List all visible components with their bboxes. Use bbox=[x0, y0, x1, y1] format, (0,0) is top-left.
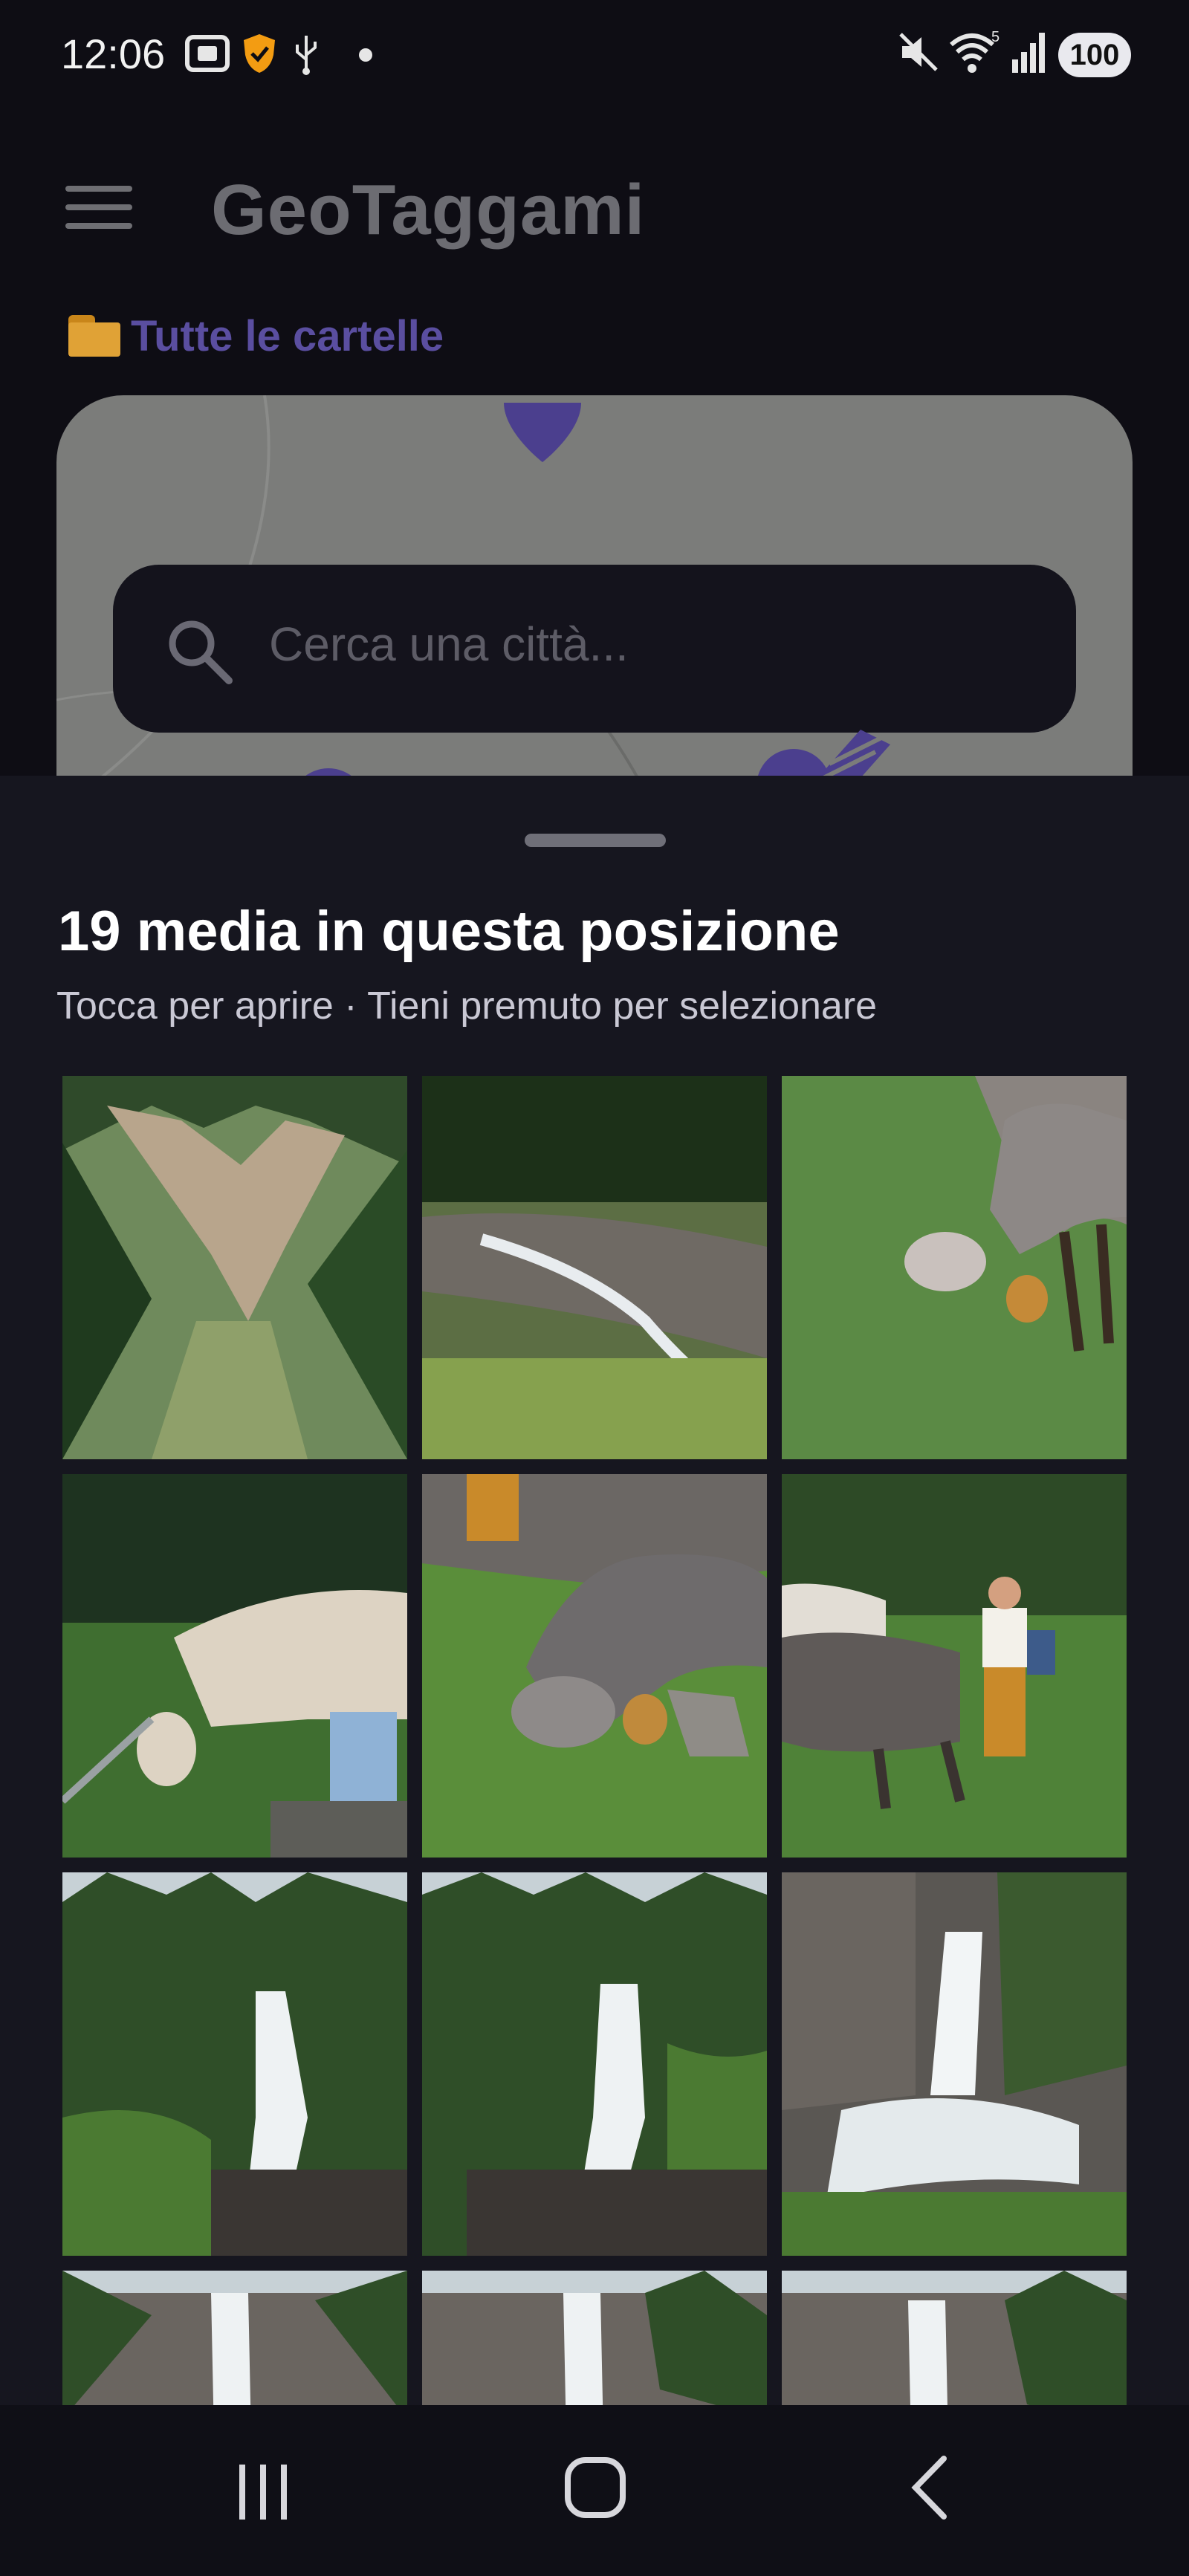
status-bar: 12:06 5 100 bbox=[0, 0, 1189, 111]
mute-icon bbox=[899, 33, 938, 71]
app-header: GeoTaggami Tutte le cartelle Cerca una c… bbox=[0, 111, 1189, 930]
waterfall-image bbox=[62, 2271, 407, 2405]
battery-indicator: 100 bbox=[1058, 33, 1131, 77]
photo-thumbnail[interactable] bbox=[782, 2271, 1127, 2405]
media-bottom-sheet: 19 media in questa posizione Tocca per a… bbox=[0, 776, 1189, 2405]
search-input[interactable]: Cerca una città... bbox=[269, 617, 629, 672]
cows-person-image bbox=[782, 1474, 1127, 1858]
signal-icon bbox=[1012, 33, 1045, 73]
photo-thumbnail[interactable] bbox=[422, 2271, 767, 2405]
system-nav-bar bbox=[0, 2405, 1189, 2576]
menu-icon[interactable] bbox=[65, 186, 132, 245]
waterfall-image bbox=[422, 1872, 767, 2256]
usb-icon bbox=[296, 36, 317, 75]
waterfall-image bbox=[422, 2271, 767, 2405]
photo-thumbnail[interactable] bbox=[782, 1872, 1127, 2256]
shield-check-icon bbox=[244, 34, 275, 73]
sheet-title: 19 media in questa posizione bbox=[58, 900, 840, 963]
waterfall-image bbox=[782, 2271, 1127, 2405]
photo-thumbnail[interactable] bbox=[62, 1474, 407, 1858]
search-bar[interactable]: Cerca una città... bbox=[113, 565, 1076, 733]
folder-link-label: Tutte le cartelle bbox=[131, 311, 444, 360]
photo-thumbnail[interactable] bbox=[782, 1474, 1127, 1858]
screenshot-icon bbox=[185, 35, 230, 72]
svg-text:5: 5 bbox=[991, 30, 1000, 45]
dot-icon bbox=[359, 48, 372, 62]
cow-image bbox=[422, 1474, 767, 1858]
valley-image bbox=[62, 1076, 407, 1459]
cow-image bbox=[782, 1076, 1127, 1459]
folder-selector[interactable]: Tutte le cartelle bbox=[68, 306, 444, 366]
app-title: GeoTaggami bbox=[211, 170, 646, 250]
photo-thumbnail[interactable] bbox=[62, 1872, 407, 2256]
photo-thumbnail[interactable] bbox=[422, 1076, 767, 1459]
drag-handle[interactable] bbox=[525, 834, 666, 847]
sheet-subtitle: Tocca per aprire · Tieni premuto per sel… bbox=[56, 984, 878, 1028]
waterfall-image bbox=[782, 1872, 1127, 2256]
cow-image bbox=[62, 1474, 407, 1858]
photo-thumbnail[interactable] bbox=[782, 1076, 1127, 1459]
back-icon[interactable] bbox=[908, 2454, 950, 2521]
photo-thumbnail[interactable] bbox=[422, 1474, 767, 1858]
photo-thumbnail[interactable] bbox=[62, 1076, 407, 1459]
wifi-icon: 5 bbox=[950, 30, 1000, 73]
folder-icon bbox=[68, 315, 120, 357]
waterfall-image bbox=[62, 1872, 407, 2256]
search-icon bbox=[169, 620, 233, 684]
recents-icon[interactable] bbox=[236, 2462, 290, 2523]
photo-thumbnail[interactable] bbox=[62, 2271, 407, 2405]
map-pin[interactable] bbox=[499, 403, 586, 462]
photo-thumbnail[interactable] bbox=[422, 1872, 767, 2256]
home-icon[interactable] bbox=[565, 2457, 626, 2518]
status-time: 12:06 bbox=[61, 30, 166, 77]
stream-image bbox=[422, 1076, 767, 1459]
